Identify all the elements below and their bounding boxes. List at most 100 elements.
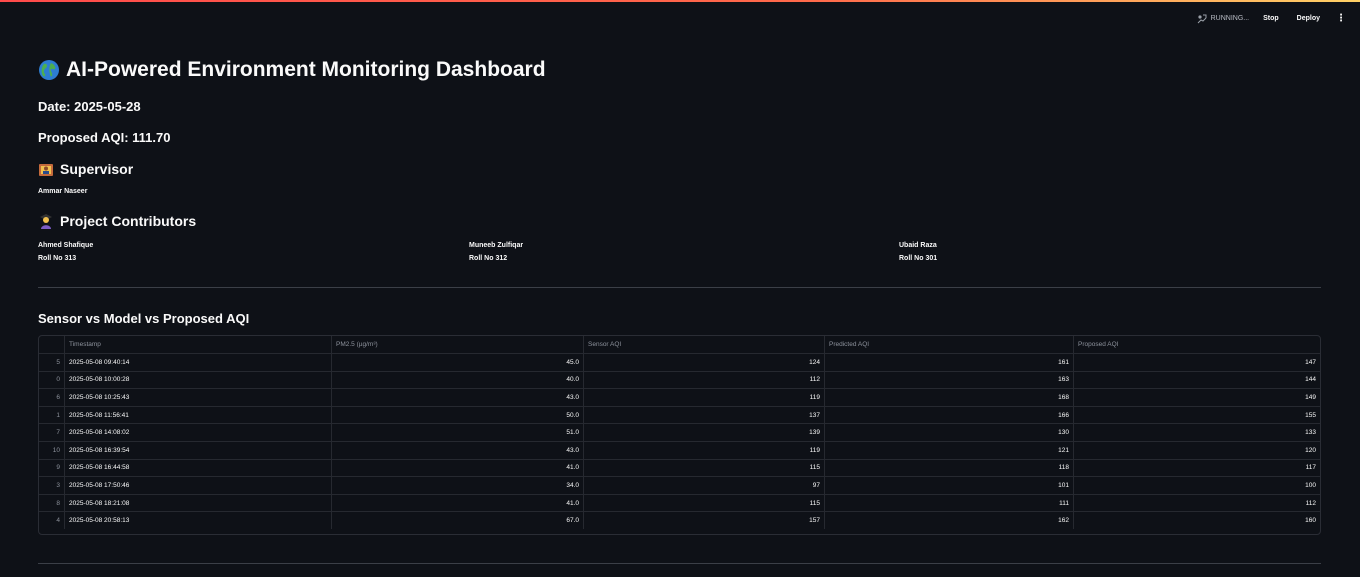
cell-timestamp[interactable]: 2025-05-08 20:58:13	[64, 511, 332, 529]
col-sensor-aqi-header[interactable]: Sensor AQI	[583, 336, 825, 354]
cell-predicted-aqi[interactable]: 101	[824, 476, 1074, 495]
col-predicted-aqi-header[interactable]: Predicted AQI	[824, 336, 1074, 354]
cell-sensor-aqi[interactable]: 112	[583, 371, 825, 390]
table-row[interactable]: 1 2025-05-08 11:56:41 50.0 137 166 155	[39, 406, 1320, 425]
cell-pm25[interactable]: 67.0	[331, 511, 584, 529]
cell-timestamp[interactable]: 2025-05-08 16:44:58	[64, 459, 332, 478]
cell-pm25[interactable]: 45.0	[331, 353, 584, 372]
contributors-heading: Project Contributors	[38, 213, 196, 229]
running-status-label: RUNNING...	[1210, 15, 1250, 22]
page-title-text: AI-Powered Environment Monitoring Dashbo…	[66, 58, 546, 81]
col-pm25-header[interactable]: PM2.5 (µg/m³)	[331, 336, 584, 354]
table-row[interactable]: 9 2025-05-08 16:44:58 41.0 115 118 117	[39, 459, 1320, 478]
cell-pm25[interactable]: 41.0	[331, 459, 584, 478]
cell-sensor-aqi[interactable]: 115	[583, 459, 825, 478]
cell-timestamp[interactable]: 2025-05-08 17:50:46	[64, 476, 332, 495]
cell-pm25[interactable]: 51.0	[331, 423, 584, 442]
cell-proposed-aqi[interactable]: 149	[1073, 388, 1320, 407]
cell-sensor-aqi[interactable]: 97	[583, 476, 825, 495]
cell-proposed-aqi[interactable]: 112	[1073, 494, 1320, 513]
proposed-aqi-heading: Proposed AQI: 111.70	[38, 130, 171, 145]
table-heading: Sensor vs Model vs Proposed AQI	[38, 311, 250, 326]
app-toolbar: RUNNING... Stop Deploy ⋮	[1197, 12, 1348, 25]
cell-timestamp[interactable]: 2025-05-08 16:39:54	[64, 441, 332, 460]
cell-timestamp[interactable]: 2025-05-08 11:56:41	[64, 406, 332, 425]
contributor-3: Ubaid Raza Roll No 301	[899, 239, 937, 265]
cell-pm25[interactable]: 43.0	[331, 388, 584, 407]
table-row[interactable]: 3 2025-05-08 17:50:46 34.0 97 101 100	[39, 476, 1320, 495]
contributor-name: Muneeb Zulfiqar	[469, 242, 524, 249]
cell-pm25[interactable]: 34.0	[331, 476, 584, 495]
row-index: 8	[39, 494, 65, 513]
stop-button[interactable]: Stop	[1259, 12, 1283, 25]
contributor-1: Ahmed Shafique Roll No 313	[38, 239, 93, 265]
cell-predicted-aqi[interactable]: 168	[824, 388, 1074, 407]
cell-proposed-aqi[interactable]: 155	[1073, 406, 1320, 425]
cell-proposed-aqi[interactable]: 120	[1073, 441, 1320, 460]
cell-sensor-aqi[interactable]: 139	[583, 423, 825, 442]
table-row[interactable]: 4 2025-05-08 20:58:13 67.0 157 162 160	[39, 511, 1321, 529]
supervisor-name: Ammar Naseer	[38, 188, 88, 195]
cell-pm25[interactable]: 50.0	[331, 406, 584, 425]
cell-sensor-aqi[interactable]: 119	[583, 441, 825, 460]
cell-proposed-aqi[interactable]: 117	[1073, 459, 1320, 478]
cell-proposed-aqi[interactable]: 160	[1074, 512, 1321, 529]
date-heading: Date: 2025-05-28	[38, 99, 141, 114]
cell-sensor-aqi[interactable]: 157	[583, 511, 825, 529]
row-index: 9	[39, 459, 65, 478]
divider	[38, 563, 1321, 564]
running-status: RUNNING...	[1197, 14, 1250, 24]
cell-proposed-aqi[interactable]: 147	[1073, 353, 1320, 372]
col-proposed-aqi-header[interactable]: Proposed AQI	[1073, 336, 1320, 354]
row-index: 6	[39, 388, 65, 407]
cell-pm25[interactable]: 43.0	[331, 441, 584, 460]
cell-proposed-aqi[interactable]: 100	[1073, 476, 1320, 495]
cell-pm25[interactable]: 41.0	[331, 494, 584, 513]
cell-proposed-aqi[interactable]: 133	[1073, 423, 1320, 442]
supervisor-icon	[39, 164, 53, 176]
cell-predicted-aqi[interactable]: 162	[824, 511, 1074, 529]
cell-sensor-aqi[interactable]: 137	[583, 406, 825, 425]
row-index: 7	[39, 423, 65, 442]
table-row[interactable]: 7 2025-05-08 14:08:02 51.0 139 130 133	[39, 423, 1320, 442]
row-index: 3	[39, 476, 65, 495]
col-index-header[interactable]	[39, 336, 65, 354]
table-row[interactable]: 10 2025-05-08 16:39:54 43.0 119 121 120	[39, 441, 1320, 460]
table-row[interactable]: 8 2025-05-08 18:21:08 41.0 115 111 112	[39, 494, 1320, 513]
cell-predicted-aqi[interactable]: 111	[824, 494, 1074, 513]
cell-sensor-aqi[interactable]: 115	[583, 494, 825, 513]
cell-pm25[interactable]: 40.0	[331, 371, 584, 390]
contributor-name: Ubaid Raza	[899, 242, 937, 249]
cell-sensor-aqi[interactable]: 124	[583, 353, 825, 372]
cell-predicted-aqi[interactable]: 161	[824, 353, 1074, 372]
cell-predicted-aqi[interactable]: 121	[824, 441, 1074, 460]
top-progress-line	[0, 0, 1360, 2]
supervisor-heading: Supervisor	[38, 161, 133, 177]
cell-timestamp[interactable]: 2025-05-08 18:21:08	[64, 494, 332, 513]
aqi-data-table[interactable]: Timestamp PM2.5 (µg/m³) Sensor AQI Predi…	[38, 335, 1321, 535]
cell-predicted-aqi[interactable]: 163	[824, 371, 1074, 390]
running-icon	[1197, 14, 1207, 23]
cell-timestamp[interactable]: 2025-05-08 10:25:43	[64, 388, 332, 407]
cell-timestamp[interactable]: 2025-05-08 09:40:14	[64, 353, 332, 372]
cell-predicted-aqi[interactable]: 166	[824, 406, 1074, 425]
contributor-roll: Roll No 301	[899, 255, 938, 262]
student-icon	[40, 214, 52, 229]
table-row[interactable]: 6 2025-05-08 10:25:43 43.0 119 168 149	[39, 388, 1320, 407]
cell-predicted-aqi[interactable]: 118	[824, 459, 1074, 478]
supervisor-heading-text: Supervisor	[60, 161, 134, 177]
row-index: 10	[39, 441, 65, 460]
deploy-button[interactable]: Deploy	[1293, 12, 1324, 25]
cell-predicted-aqi[interactable]: 130	[824, 423, 1074, 442]
cell-proposed-aqi[interactable]: 144	[1073, 371, 1320, 390]
main-menu-button[interactable]: ⋮	[1334, 13, 1348, 24]
row-index: 1	[39, 406, 65, 425]
cell-timestamp[interactable]: 2025-05-08 14:08:02	[64, 423, 332, 442]
table-row[interactable]: 0 2025-05-08 10:00:28 40.0 112 163 144	[39, 371, 1320, 390]
col-timestamp-header[interactable]: Timestamp	[64, 336, 332, 354]
cell-sensor-aqi[interactable]: 119	[583, 388, 825, 407]
cell-timestamp[interactable]: 2025-05-08 10:00:28	[64, 371, 332, 390]
table-row[interactable]: 5 2025-05-08 09:40:14 45.0 124 161 147	[39, 353, 1320, 372]
row-index: 5	[39, 353, 65, 372]
row-index: 0	[39, 371, 65, 390]
